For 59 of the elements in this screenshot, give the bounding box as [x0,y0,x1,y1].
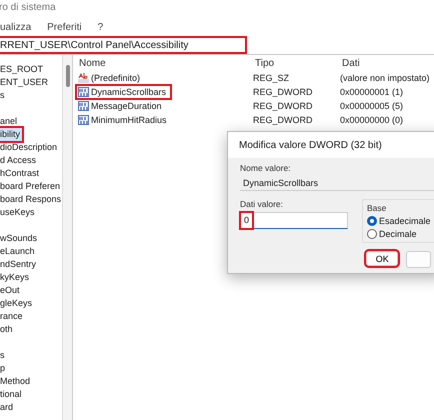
cancel-button[interactable] [406,251,431,268]
tree-item[interactable]: d Access [0,154,38,167]
tree-item[interactable]: Method [0,375,32,388]
tree-item[interactable]: eLaunch [0,245,37,258]
table-cell-text: REG_DWORD [253,87,314,97]
field-label: Nome valore: [240,163,292,173]
menu-item[interactable]: ualizza [0,22,32,32]
field-label: Dati valore: [240,199,284,209]
table-cell-text: 0x00000005 (5) [340,101,404,111]
column-header[interactable]: Dati [342,58,434,68]
tree-item[interactable]: dioDescription [0,141,60,154]
field-value: 0 [241,213,252,228]
tree-item[interactable]: tional [0,388,24,401]
tree-item[interactable]: hContrast [0,167,42,180]
tree-item[interactable]: useKeys [0,206,37,219]
value-data-field[interactable]: 0 [240,212,348,229]
radio-option[interactable]: Decimale [367,229,432,239]
menu-item[interactable]: Preferiti [47,22,82,32]
value-name-field: DynamicScrollbars [240,175,434,191]
tree-item[interactable]: s [0,349,6,362]
tree-item[interactable]: anel [0,115,20,128]
value-name[interactable]: (Predefinito) [77,72,144,84]
tree-item[interactable]: gleKeys [0,297,34,310]
tree-item[interactable]: wSounds [0,232,40,245]
tree-item[interactable]: eOut [0,284,22,297]
tree-item[interactable]: ard [0,401,16,414]
column-header[interactable]: Nome [79,58,255,68]
window-title: ro di sistema [0,1,57,15]
table-cell-text: REG_DWORD [253,115,314,125]
table-cell-text: REG_SZ [253,73,290,83]
ok-button[interactable]: OK [366,251,398,266]
tree-item[interactable]: ENT_USER [0,76,50,89]
tree-item[interactable]: p [0,362,8,375]
table-cell-text: 0x00000000 (0) [340,115,404,125]
value-name[interactable]: MessageDuration [77,100,166,112]
binary-value-icon [78,101,89,111]
value-name[interactable]: DynamicScrollbars [77,86,170,98]
group-label: Base [367,203,388,213]
tree-item[interactable]: kyKeys [0,271,32,284]
tree-item[interactable]: s [0,89,6,102]
tree-item[interactable]: board Preferen [0,180,62,193]
binary-value-icon [78,87,89,97]
menu-item[interactable]: ? [98,22,104,32]
tree-item[interactable]: ibility [0,128,22,141]
table-cell-text: 0x00000001 (1) [340,87,404,97]
table-cell-text: (valore non impostato) [340,73,431,83]
radio-option[interactable]: Esadecimale [367,216,432,226]
tree-item[interactable]: rance [0,310,25,323]
value-name[interactable]: MinimumHitRadius [77,114,171,126]
table-cell-text: REG_DWORD [253,101,314,111]
column-header[interactable]: Tipo [255,58,342,68]
string-value-icon [78,73,89,83]
tree-item[interactable]: ndSentry [0,258,38,271]
tree-item[interactable]: oth [0,323,15,336]
scrollbar[interactable] [62,55,73,420]
tree-item[interactable]: ES_ROOT [0,63,46,76]
tree-item[interactable]: board Respons [0,193,64,206]
binary-value-icon [78,115,89,125]
dialog-title: Modifica valore DWORD (32 bit) [228,132,434,158]
